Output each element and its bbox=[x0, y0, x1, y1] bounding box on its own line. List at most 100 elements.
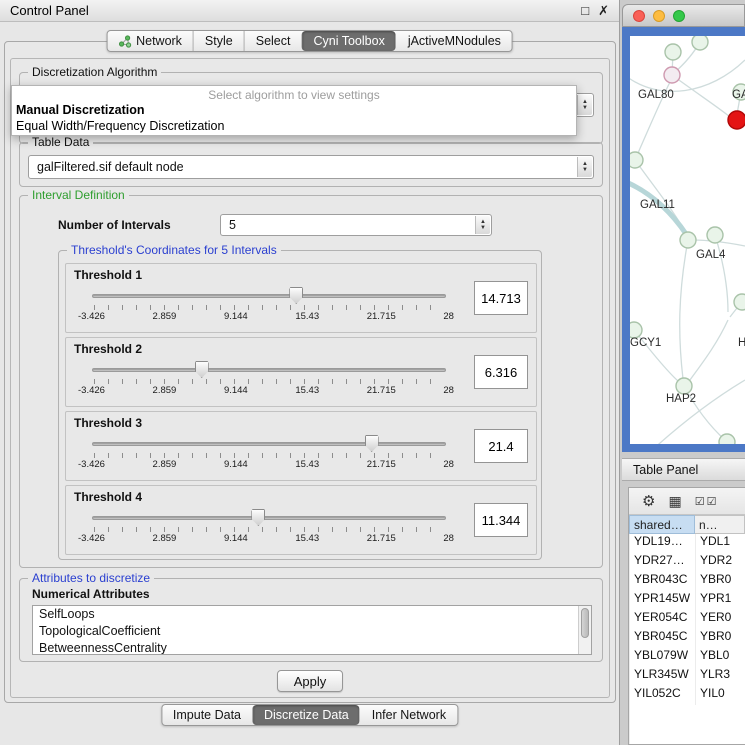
cell[interactable]: YDL1 bbox=[696, 534, 745, 553]
table-data-combobox[interactable]: galFiltered.sif default node ▲▼ bbox=[28, 155, 594, 179]
num-intervals-combobox[interactable]: 5 ▲▼ bbox=[220, 214, 492, 236]
threshold-value-field[interactable]: 6.316 bbox=[474, 355, 528, 389]
table-row[interactable]: YIL052C YIL0 bbox=[630, 686, 745, 705]
cell[interactable]: YBR045C bbox=[630, 629, 696, 648]
scrollbar-thumb[interactable] bbox=[581, 608, 589, 638]
tick-label: 2.859 bbox=[153, 459, 177, 470]
column-header-shared-name[interactable]: shared… bbox=[629, 515, 695, 534]
network-window-titlebar[interactable] bbox=[622, 4, 745, 27]
checkbox-icon[interactable]: ☑ bbox=[695, 496, 707, 508]
cell[interactable]: YER0 bbox=[696, 610, 745, 629]
dropdown-option-manual[interactable]: Manual Discretization bbox=[12, 103, 576, 117]
tab-network[interactable]: Network bbox=[107, 31, 193, 51]
tab-impute-data[interactable]: Impute Data bbox=[162, 705, 252, 725]
threshold-slider[interactable]: -3.426 2.859 9.144 15.43 21.715 28 bbox=[92, 510, 446, 546]
dropdown-option-equal-width[interactable]: Equal Width/Frequency Discretization bbox=[12, 119, 576, 133]
table-row[interactable]: YER054C YER0 bbox=[630, 610, 745, 629]
slider-track[interactable] bbox=[92, 516, 446, 520]
cell[interactable]: YLR345W bbox=[630, 667, 696, 686]
tab-style[interactable]: Style bbox=[193, 31, 244, 51]
close-traffic-light[interactable] bbox=[633, 10, 645, 22]
threshold-slider[interactable]: -3.426 2.859 9.144 15.43 21.715 28 bbox=[92, 288, 446, 324]
table-row[interactable]: YPR145W YPR1 bbox=[630, 591, 745, 610]
network-node[interactable] bbox=[664, 67, 680, 83]
list-item[interactable]: TopologicalCoefficient bbox=[33, 623, 591, 640]
table-row[interactable]: YLR345W YLR3 bbox=[630, 667, 745, 686]
network-node[interactable] bbox=[719, 434, 735, 444]
zoom-traffic-light[interactable] bbox=[673, 10, 685, 22]
network-node[interactable] bbox=[665, 44, 681, 60]
network-node[interactable] bbox=[630, 152, 643, 168]
column-header-name[interactable]: n… bbox=[695, 515, 745, 534]
table-panel-window: ⚙ ▦ ☑☑ shared… n… YDL19… YDL1 YDR27… YDR… bbox=[628, 487, 745, 745]
cell[interactable]: YDR27… bbox=[630, 553, 696, 572]
threshold-value-field[interactable]: 11.344 bbox=[474, 503, 528, 537]
list-scrollbar[interactable] bbox=[578, 606, 591, 654]
gear-icon[interactable]: ⚙ bbox=[642, 492, 655, 510]
slider-thumb[interactable] bbox=[289, 287, 303, 304]
table-header-row: shared… n… bbox=[629, 515, 745, 534]
network-node[interactable] bbox=[676, 378, 692, 394]
combo-spinner-icon[interactable]: ▲▼ bbox=[577, 95, 592, 115]
close-window-icon[interactable]: ✗ bbox=[598, 4, 609, 17]
cell[interactable]: YDL19… bbox=[630, 534, 696, 553]
network-node[interactable] bbox=[630, 322, 642, 338]
cell[interactable]: YLR3 bbox=[696, 667, 745, 686]
slider-tick-labels: -3.426 2.859 9.144 15.43 21.715 28 bbox=[78, 533, 454, 544]
combo-spinner-icon[interactable]: ▲▼ bbox=[475, 216, 490, 234]
table-row[interactable]: YDL19… YDL1 bbox=[630, 534, 745, 553]
table-row[interactable]: YBL079W YBL0 bbox=[630, 648, 745, 667]
checkbox-icon[interactable]: ☑ bbox=[707, 496, 719, 508]
selected-red-node[interactable] bbox=[728, 111, 745, 129]
tab-discretize-data[interactable]: Discretize Data bbox=[252, 705, 360, 725]
tab-select[interactable]: Select bbox=[244, 31, 302, 51]
slider-track[interactable] bbox=[92, 294, 446, 298]
slider-track[interactable] bbox=[92, 442, 446, 446]
table-panel-header[interactable]: Table Panel bbox=[622, 458, 745, 481]
cell[interactable]: YPR1 bbox=[696, 591, 745, 610]
network-node[interactable] bbox=[680, 232, 696, 248]
threshold-panel: Threshold 1 -3.426 2.859 9.144 15.43 21.… bbox=[65, 263, 537, 333]
network-node[interactable] bbox=[692, 36, 708, 50]
network-canvas[interactable]: GAL80 GA GAL11 GAL4 GCY1 HAP2 H bbox=[630, 36, 745, 444]
tick-label: -3.426 bbox=[78, 459, 105, 470]
combo-spinner-icon[interactable]: ▲▼ bbox=[577, 157, 592, 177]
slider-thumb[interactable] bbox=[251, 509, 265, 526]
threshold-slider[interactable]: -3.426 2.859 9.144 15.43 21.715 28 bbox=[92, 362, 446, 398]
cell[interactable]: YER054C bbox=[630, 610, 696, 629]
threshold-slider[interactable]: -3.426 2.859 9.144 15.43 21.715 28 bbox=[92, 436, 446, 472]
attributes-list[interactable]: SelfLoops TopologicalCoefficient Between… bbox=[32, 605, 592, 655]
slider-thumb[interactable] bbox=[365, 435, 379, 452]
network-node[interactable] bbox=[707, 227, 723, 243]
list-item[interactable]: SelfLoops bbox=[33, 606, 591, 623]
select-rows-icons[interactable]: ☑☑ bbox=[695, 495, 719, 508]
cell[interactable]: YDR2 bbox=[696, 553, 745, 572]
cell[interactable]: YBL079W bbox=[630, 648, 696, 667]
minimize-traffic-light[interactable] bbox=[653, 10, 665, 22]
apply-button[interactable]: Apply bbox=[277, 670, 343, 692]
threshold-value-field[interactable]: 14.713 bbox=[474, 281, 528, 315]
cell[interactable]: YBR043C bbox=[630, 572, 696, 591]
table-row[interactable]: YBR045C YBR0 bbox=[630, 629, 745, 648]
cell[interactable]: YBL0 bbox=[696, 648, 745, 667]
cell[interactable]: YIL052C bbox=[630, 686, 696, 705]
cell[interactable]: YBR0 bbox=[696, 629, 745, 648]
network-node[interactable] bbox=[734, 294, 745, 310]
tab-cyni-toolbox[interactable]: Cyni Toolbox bbox=[301, 31, 395, 51]
table-row[interactable]: YBR043C YBR0 bbox=[630, 572, 745, 591]
list-item[interactable]: BetweennessCentrality bbox=[33, 640, 591, 655]
tab-infer-network[interactable]: Infer Network bbox=[360, 705, 457, 725]
network-tab-icon bbox=[118, 35, 131, 48]
slider-track[interactable] bbox=[92, 368, 446, 372]
tick-label: 21.715 bbox=[367, 385, 396, 396]
cell[interactable]: YIL0 bbox=[696, 686, 745, 705]
cell[interactable]: YPR145W bbox=[630, 591, 696, 610]
table-row[interactable]: YDR27… YDR2 bbox=[630, 553, 745, 572]
threshold-value-field[interactable]: 21.4 bbox=[474, 429, 528, 463]
columns-icon[interactable]: ▦ bbox=[668, 493, 681, 510]
slider-tick-marks bbox=[94, 379, 444, 384]
slider-thumb[interactable] bbox=[195, 361, 209, 378]
float-window-icon[interactable]: □ bbox=[581, 4, 589, 17]
cell[interactable]: YBR0 bbox=[696, 572, 745, 591]
tab-jactivemodules[interactable]: jActiveMNodules bbox=[396, 31, 512, 51]
